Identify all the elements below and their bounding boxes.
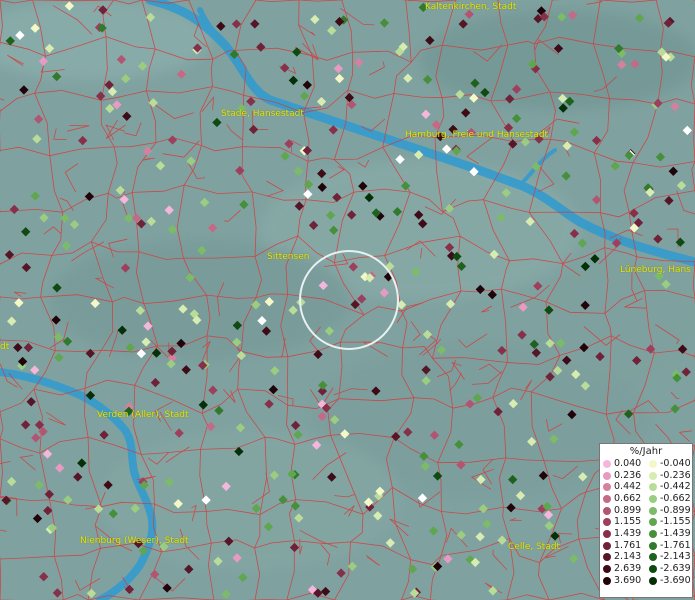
legend-row: 0.236 -0.236 bbox=[600, 470, 692, 482]
legend-entry: -0.040 bbox=[646, 457, 692, 469]
selection-circle bbox=[299, 250, 399, 350]
legend-entry: 0.040 bbox=[600, 457, 646, 469]
legend-swatch bbox=[603, 459, 611, 468]
city-label-hamburg: Hamburg, Freie und Hansestadt bbox=[405, 130, 549, 140]
legend-swatch bbox=[603, 541, 611, 550]
legend-row: 0.899 -0.899 bbox=[600, 505, 692, 517]
legend-swatch bbox=[603, 494, 611, 503]
legend-unit: %/Jahr bbox=[629, 446, 663, 457]
legend-value: 0.040 bbox=[614, 457, 642, 469]
legend-entry: 1.439 bbox=[600, 527, 646, 539]
legend-value: -3.690 bbox=[660, 574, 691, 586]
map-canvas[interactable]: Kaltenkirchen, Stadt Stade, Hansestadt H… bbox=[0, 0, 695, 600]
legend-entry: -0.236 bbox=[646, 469, 692, 481]
legend-value: 0.662 bbox=[614, 492, 642, 504]
city-label-verden: Verden (Aller), Stadt bbox=[97, 410, 189, 420]
legend-row: 1.155 -1.155 bbox=[600, 516, 692, 528]
legend-entry: -1.761 bbox=[646, 539, 692, 551]
legend-row: 2.639 -2.639 bbox=[600, 563, 692, 575]
legend-value: -1.155 bbox=[660, 516, 691, 528]
legend-entry: 1.155 bbox=[600, 517, 646, 527]
legend-value: -0.442 bbox=[660, 481, 691, 493]
legend-row: 0.442 -0.442 bbox=[600, 481, 692, 493]
legend-swatch bbox=[603, 565, 611, 574]
legend-entry: 2.143 bbox=[600, 552, 646, 562]
legend-value: 0.899 bbox=[614, 504, 642, 516]
legend-entry: -0.662 bbox=[646, 492, 692, 504]
legend: %/Jahr 0.040 -0.040 0.236 -0.236 0.442 -0.442… bbox=[599, 443, 693, 598]
legend-entry: 0.236 bbox=[600, 469, 646, 481]
legend-value: 1.155 bbox=[614, 516, 642, 528]
legend-entry: 1.761 bbox=[600, 539, 646, 551]
legend-value: 0.236 bbox=[614, 469, 642, 481]
legend-entry: -1.155 bbox=[646, 517, 692, 527]
legend-value: -0.662 bbox=[660, 492, 691, 504]
legend-swatch bbox=[649, 459, 657, 468]
legend-value: 1.761 bbox=[614, 539, 642, 551]
legend-entry: -3.690 bbox=[646, 574, 692, 586]
legend-swatch bbox=[649, 576, 657, 585]
legend-entry: 0.662 bbox=[600, 492, 646, 504]
legend-swatch bbox=[649, 541, 657, 550]
legend-entry: -1.439 bbox=[646, 527, 692, 539]
legend-row: 0.662 -0.662 bbox=[600, 493, 692, 505]
legend-swatch bbox=[649, 565, 657, 574]
legend-row: 2.143 -2.143 bbox=[600, 552, 692, 564]
legend-swatch bbox=[649, 483, 657, 492]
legend-swatch bbox=[603, 553, 611, 562]
legend-value: 0.442 bbox=[614, 481, 642, 493]
legend-swatch bbox=[649, 529, 657, 538]
legend-swatch bbox=[603, 506, 611, 515]
legend-value: -1.439 bbox=[660, 527, 691, 539]
legend-swatch bbox=[649, 494, 657, 503]
legend-rows: 0.040 -0.040 0.236 -0.236 0.442 -0.442 0.662 -0… bbox=[600, 458, 692, 587]
legend-entry: -0.442 bbox=[646, 482, 692, 492]
city-label-stade: Stade, Hansestadt bbox=[221, 109, 304, 119]
city-label-celle: Celle, Stadt bbox=[508, 542, 561, 552]
legend-value: -1.761 bbox=[660, 539, 691, 551]
legend-value: 3.690 bbox=[614, 574, 642, 586]
legend-value: -2.639 bbox=[660, 563, 691, 575]
legend-value: 2.639 bbox=[614, 563, 642, 575]
legend-swatch bbox=[649, 471, 657, 480]
legend-swatch bbox=[649, 518, 657, 527]
city-label-edge: dt bbox=[0, 342, 10, 352]
legend-value: -0.236 bbox=[660, 469, 691, 481]
legend-swatch bbox=[603, 518, 611, 527]
legend-entry: -0.899 bbox=[646, 504, 692, 516]
legend-entry: 2.639 bbox=[600, 564, 646, 574]
city-label-nienburg: Nienburg (Weser), Stadt bbox=[80, 536, 189, 546]
legend-row: 3.690 -3.690 bbox=[600, 575, 692, 587]
legend-row: 1.439 -1.439 bbox=[600, 528, 692, 540]
legend-swatch bbox=[603, 576, 611, 585]
legend-entry: -2.639 bbox=[646, 564, 692, 574]
legend-swatch bbox=[603, 471, 611, 480]
legend-entry: 0.442 bbox=[600, 482, 646, 492]
legend-row: 0.040 -0.040 bbox=[600, 458, 692, 470]
city-label-sittensen: Sittensen bbox=[267, 252, 310, 262]
legend-swatch bbox=[603, 483, 611, 492]
legend-swatch bbox=[649, 506, 657, 515]
legend-row: 1.761 -1.761 bbox=[600, 540, 692, 552]
legend-swatch bbox=[603, 529, 611, 538]
city-label-kaltenkirchen: Kaltenkirchen, Stadt bbox=[425, 2, 517, 12]
legend-entry: 0.899 bbox=[600, 504, 646, 516]
city-label-lueneburg: Lüneburg, Hans bbox=[620, 265, 691, 275]
legend-swatch bbox=[649, 553, 657, 562]
legend-entry: 3.690 bbox=[600, 574, 646, 586]
legend-entry: -2.143 bbox=[646, 552, 692, 562]
legend-value: -0.899 bbox=[660, 504, 691, 516]
legend-value: 1.439 bbox=[614, 527, 642, 539]
legend-value: 2.143 bbox=[614, 551, 642, 563]
legend-value: -2.143 bbox=[660, 551, 691, 563]
legend-value: -0.040 bbox=[660, 457, 691, 469]
